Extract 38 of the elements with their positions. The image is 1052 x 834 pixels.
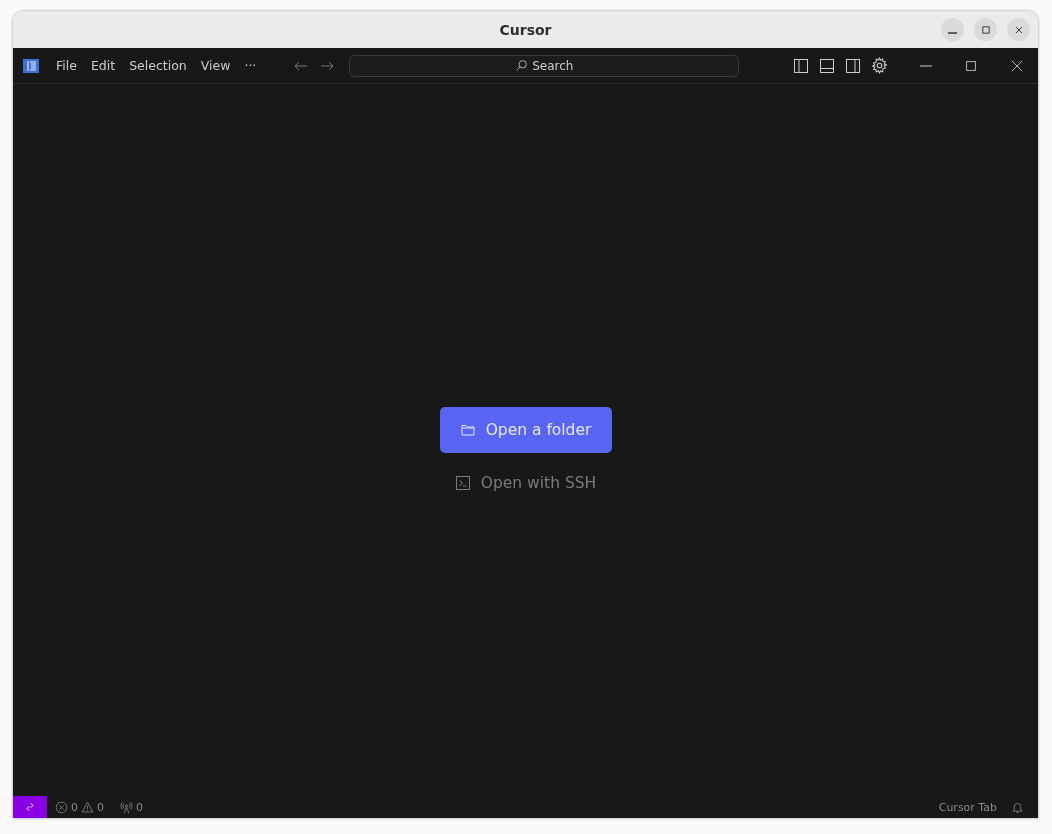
menu-item[interactable]: View [193, 56, 238, 75]
close-icon [1013, 24, 1024, 35]
app-logo-icon [23, 58, 39, 73]
error-count[interactable]: 0 [71, 800, 78, 814]
close-button[interactable] [1007, 18, 1030, 41]
minimize-button[interactable] [941, 18, 964, 41]
search-icon [515, 59, 529, 72]
warning-icon [81, 800, 94, 814]
menu-item[interactable]: ··· [237, 56, 264, 75]
bell-icon[interactable] [1011, 800, 1024, 814]
maximize-button[interactable] [974, 18, 997, 41]
window-title: Cursor [499, 21, 552, 38]
panel-bottom-icon[interactable] [819, 57, 835, 74]
settings-icon[interactable] [871, 57, 888, 74]
remote-icon [24, 801, 36, 813]
menu-item[interactable]: Selection [122, 56, 194, 75]
cursor-tab-status[interactable]: Cursor Tab [938, 800, 997, 814]
warning-count[interactable]: 0 [97, 800, 104, 814]
folder-icon [459, 422, 476, 438]
minimize-icon [948, 31, 957, 34]
search-field[interactable]: Search [349, 54, 740, 77]
close-icon [1010, 58, 1024, 73]
broadcast-icon [120, 800, 133, 814]
menu-item[interactable]: Edit [83, 56, 123, 75]
menu-item[interactable]: File [49, 56, 84, 75]
maximize-icon [980, 24, 991, 35]
terminal-icon [454, 475, 471, 491]
close-button[interactable] [1010, 58, 1024, 73]
maximize-button[interactable] [964, 58, 978, 73]
ports-count[interactable]: 0 [136, 800, 143, 814]
sidebar-right-icon[interactable] [845, 57, 861, 74]
sidebar-left-icon[interactable] [793, 57, 809, 74]
minimize-button[interactable] [920, 64, 932, 67]
open-ssh-button[interactable]: Open with SSH [448, 467, 603, 499]
open-folder-button[interactable]: Open a folder [439, 407, 612, 453]
error-icon [55, 800, 68, 814]
maximize-icon [964, 58, 978, 73]
minimize-icon [920, 64, 932, 67]
